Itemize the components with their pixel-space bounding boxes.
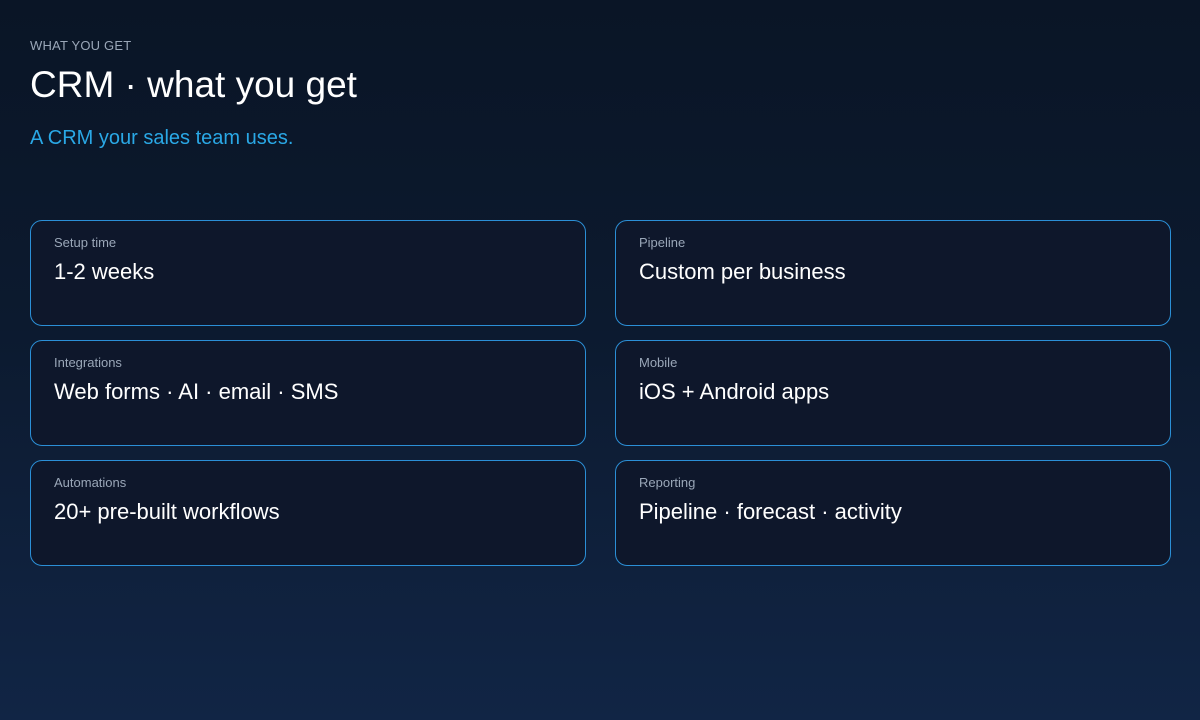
card-label: Automations (54, 475, 127, 490)
feature-card-automations: Automations 20+ pre-built workflows (30, 460, 586, 566)
card-value: Pipeline · forecast · activity (639, 499, 902, 524)
card-value: Custom per business (639, 259, 846, 284)
page: WHAT YOU GET CRM · what you get A CRM yo… (30, 0, 1171, 720)
feature-card-pipeline: Pipeline Custom per business (615, 220, 1171, 326)
feature-card-reporting: Reporting Pipeline · forecast · activity (615, 460, 1171, 566)
eyebrow-label: WHAT YOU GET (30, 38, 132, 53)
page-title: CRM · what you get (30, 64, 357, 105)
card-value: Web forms · AI · email · SMS (54, 379, 339, 404)
card-value: 20+ pre-built workflows (54, 499, 280, 524)
card-value: 1-2 weeks (54, 259, 155, 284)
feature-card-mobile: Mobile iOS + Android apps (615, 340, 1171, 446)
card-label: Setup time (54, 235, 117, 250)
card-value: iOS + Android apps (639, 379, 830, 404)
card-label: Reporting (639, 475, 696, 490)
feature-grid: Setup time 1-2 weeks Pipeline Custom per… (30, 220, 1171, 566)
feature-card-integrations: Integrations Web forms · AI · email · SM… (30, 340, 586, 446)
feature-card-setup-time: Setup time 1-2 weeks (30, 220, 586, 326)
card-label: Pipeline (639, 235, 686, 250)
card-label: Integrations (54, 355, 122, 370)
page-subtitle: A CRM your sales team uses. (30, 127, 294, 149)
card-label: Mobile (639, 355, 678, 370)
